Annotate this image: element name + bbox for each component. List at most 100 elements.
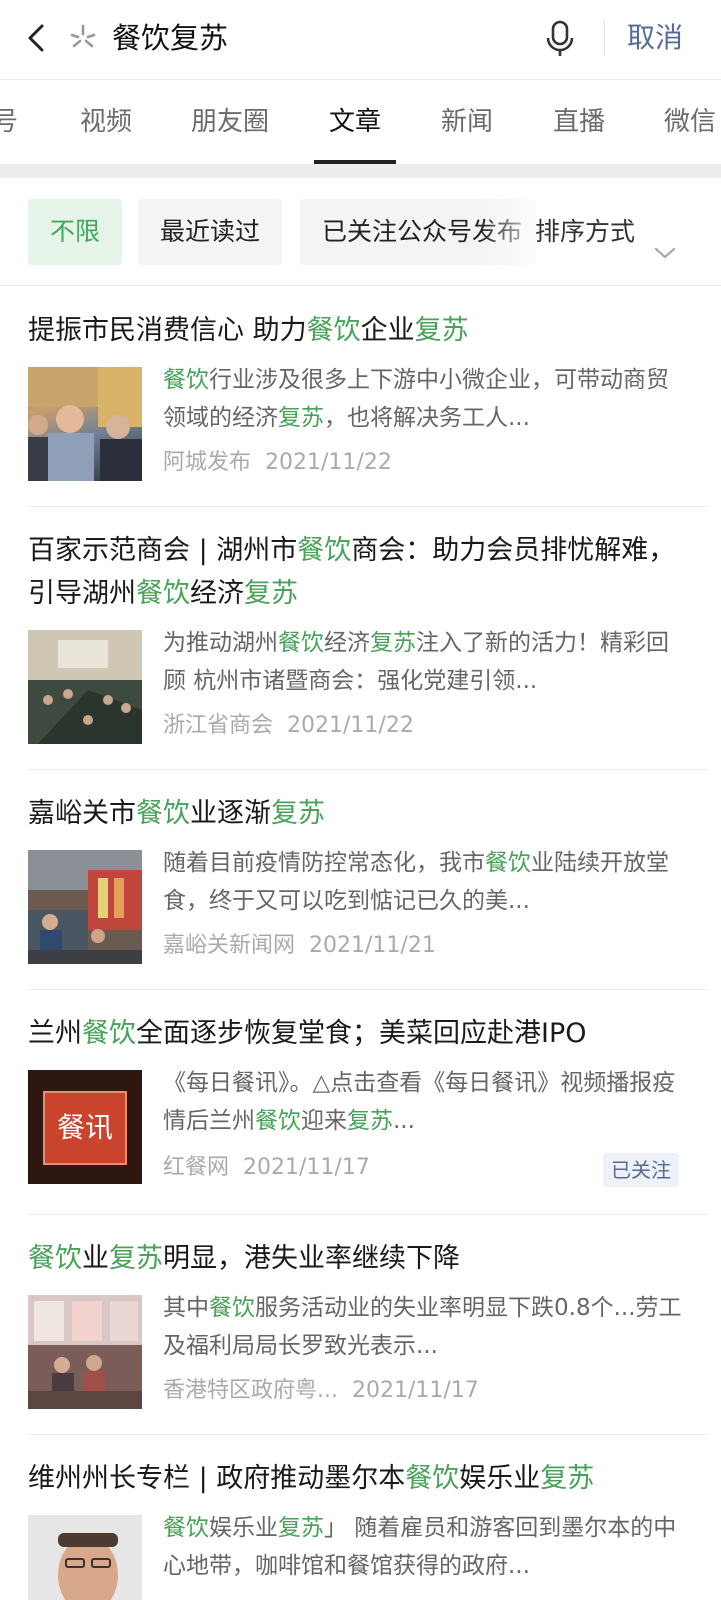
divider [28, 1434, 708, 1435]
keyword-highlight: 餐饮 [255, 1108, 301, 1134]
article-date: 2021/11/17 [351, 1378, 479, 1403]
text-segment: 全面逐步恢复堂食；美菜回应赴港IPO [136, 1018, 587, 1049]
article-thumbnail [28, 630, 142, 744]
text-segment: 迎来 [301, 1108, 347, 1134]
article-summary: 为推动湖州餐饮经济复苏注入了新的活力！精彩回顾 杭州市诸暨商会：强化党建引领..… [163, 624, 683, 700]
article-title: 提振市民消费信心 助力餐饮企业复苏 [28, 309, 693, 352]
keyword-highlight: 餐饮 [136, 798, 190, 829]
article-meta: 浙江省商会 2021/11/22 [163, 710, 414, 742]
keyword-highlight: 复苏 [244, 578, 298, 609]
article-source: 阿城发布 [163, 450, 252, 475]
search-bar: 餐饮复苏 取消 [0, 0, 721, 80]
microphone-icon[interactable] [540, 18, 580, 60]
tab-account[interactable]: 号 [0, 102, 18, 142]
text-segment: 提振市民消费信心 助力 [28, 315, 307, 346]
sort-dropdown[interactable]: 排序方式 [535, 199, 721, 265]
sort-label: 排序方式 [535, 217, 636, 246]
article-date: 2021/11/22 [287, 713, 414, 738]
text-segment: 业逐渐 [190, 798, 271, 829]
keyword-highlight: 餐饮 [297, 535, 352, 566]
text-segment: 为推动湖州 [163, 630, 278, 656]
article-summary: 随着目前疫情防控常态化，我市餐饮业陆续开放堂食，终于又可以吃到惦记已久的美... [163, 844, 683, 920]
keyword-highlight: 餐饮 [136, 578, 190, 609]
tab-articles[interactable]: 文章 [329, 102, 381, 142]
followed-badge: 已关注 [603, 1153, 679, 1187]
keyword-highlight: 复苏 [347, 1108, 393, 1134]
article-thumbnail: 餐讯 [28, 1070, 142, 1184]
text-segment: 嘉峪关市 [28, 798, 136, 829]
keyword-highlight: 餐饮 [82, 1018, 136, 1049]
article-source: 嘉峪关新闻网 [163, 933, 296, 958]
tab-video[interactable]: 视频 [80, 102, 132, 142]
article-summary: 《每日餐讯》。△点击查看《每日餐讯》视频播报疫情后兰州餐饮迎来复苏... [163, 1064, 683, 1140]
article-summary: 其中餐饮服务活动业的失业率明显下跌0.8个...劳工及福利局局长罗致光表示... [163, 1289, 683, 1365]
text-segment: 《每日餐讯》。△点击查看《每日餐讯》视频播报疫情后兰州 [163, 1070, 676, 1134]
article-title: 维州州长专栏 | 政府推动墨尔本餐饮娱乐业复苏 [28, 1457, 693, 1500]
text-segment: 其中 [163, 1295, 209, 1321]
article-date: 2021/11/21 [309, 933, 436, 958]
section-divider [0, 164, 721, 178]
divider [28, 506, 708, 507]
filter-bar: 不限 最近读过 已关注公众号发布 排序方式 [0, 178, 721, 286]
keyword-highlight: 餐饮 [209, 1295, 255, 1321]
text-segment: 经济 [190, 578, 244, 609]
text-segment: ，也将解决务工人... [324, 405, 530, 431]
keyword-highlight: 餐饮 [485, 850, 531, 876]
keyword-highlight: 复苏 [540, 1463, 595, 1494]
article-title: 兰州餐饮全面逐步恢复堂食；美菜回应赴港IPO [28, 1012, 693, 1055]
thumbnail-caption: 餐讯 [56, 1111, 113, 1144]
keyword-highlight: 复苏 [414, 315, 469, 346]
tab-live[interactable]: 直播 [553, 102, 605, 142]
article-source: 香港特区政府粤... [163, 1378, 338, 1403]
article-source: 浙江省商会 [163, 713, 274, 738]
text-segment: 企业 [360, 315, 415, 346]
category-tabs: 号 视频 朋友圈 文章 新闻 直播 微信 [0, 80, 721, 164]
article-title: 餐饮业复苏明显，港失业率继续下降 [28, 1237, 693, 1280]
cancel-button[interactable]: 取消 [627, 18, 683, 58]
keyword-highlight: 复苏 [370, 630, 416, 656]
text-segment: 娱乐业 [209, 1515, 278, 1541]
text-segment: 经济 [324, 630, 370, 656]
article-date: 2021/11/22 [265, 450, 392, 475]
article-meta: 红餐网 2021/11/17 [163, 1152, 370, 1184]
divider [28, 989, 708, 990]
article-summary: 餐饮娱乐业复苏」 随着雇员和游客回到墨尔本的中心地带，咖啡馆和餐馆获得的政府..… [163, 1509, 683, 1585]
keyword-highlight: 餐饮 [163, 1515, 209, 1541]
back-arrow-icon[interactable] [18, 18, 58, 58]
article-thumbnail [28, 367, 142, 481]
search-input[interactable]: 餐饮复苏 [112, 18, 228, 58]
keyword-highlight: 复苏 [109, 1243, 163, 1274]
tab-wechat[interactable]: 微信 [664, 102, 716, 142]
text-segment: 娱乐业 [459, 1463, 541, 1494]
article-thumbnail [28, 1295, 142, 1409]
divider [28, 1214, 708, 1215]
article-thumbnail [28, 1515, 142, 1600]
text-segment: 明显，港失业率继续下降 [163, 1243, 460, 1274]
search-sparkle-icon [66, 22, 100, 56]
keyword-highlight: 餐饮 [278, 630, 324, 656]
chevron-down-icon [653, 221, 677, 259]
article-title: 百家示范商会 | 湖州市餐饮商会：助力会员排忧解难，引导湖州餐饮经济复苏 [28, 529, 693, 615]
article-date: 2021/11/17 [243, 1155, 370, 1180]
keyword-highlight: 餐饮 [306, 315, 361, 346]
text-segment: ... [393, 1108, 415, 1134]
tab-moments[interactable]: 朋友圈 [191, 102, 269, 142]
keyword-highlight: 餐饮 [163, 367, 209, 393]
keyword-highlight: 餐饮 [28, 1243, 82, 1274]
keyword-highlight: 复苏 [278, 405, 324, 431]
filter-chip-unlimited[interactable]: 不限 [28, 199, 123, 265]
filter-chip-recently-read[interactable]: 最近读过 [138, 199, 283, 265]
article-summary: 餐饮行业涉及很多上下游中小微企业，可带动商贸领域的经济复苏，也将解决务工人... [163, 361, 683, 437]
article-meta: 嘉峪关新闻网 2021/11/21 [163, 930, 436, 962]
article-source: 红餐网 [163, 1155, 230, 1180]
keyword-highlight: 复苏 [278, 1515, 324, 1541]
tab-news[interactable]: 新闻 [441, 102, 493, 142]
text-segment: 兰州 [28, 1018, 82, 1049]
article-meta: 香港特区政府粤... 2021/11/17 [163, 1375, 479, 1407]
text-segment: 维州州长专栏 | 政府推动墨尔本 [28, 1463, 406, 1494]
keyword-highlight: 餐饮 [405, 1463, 460, 1494]
text-segment: 业 [82, 1243, 109, 1274]
article-meta: 阿城发布 2021/11/22 [163, 447, 392, 479]
article-title: 嘉峪关市餐饮业逐渐复苏 [28, 792, 693, 835]
divider [604, 20, 605, 56]
